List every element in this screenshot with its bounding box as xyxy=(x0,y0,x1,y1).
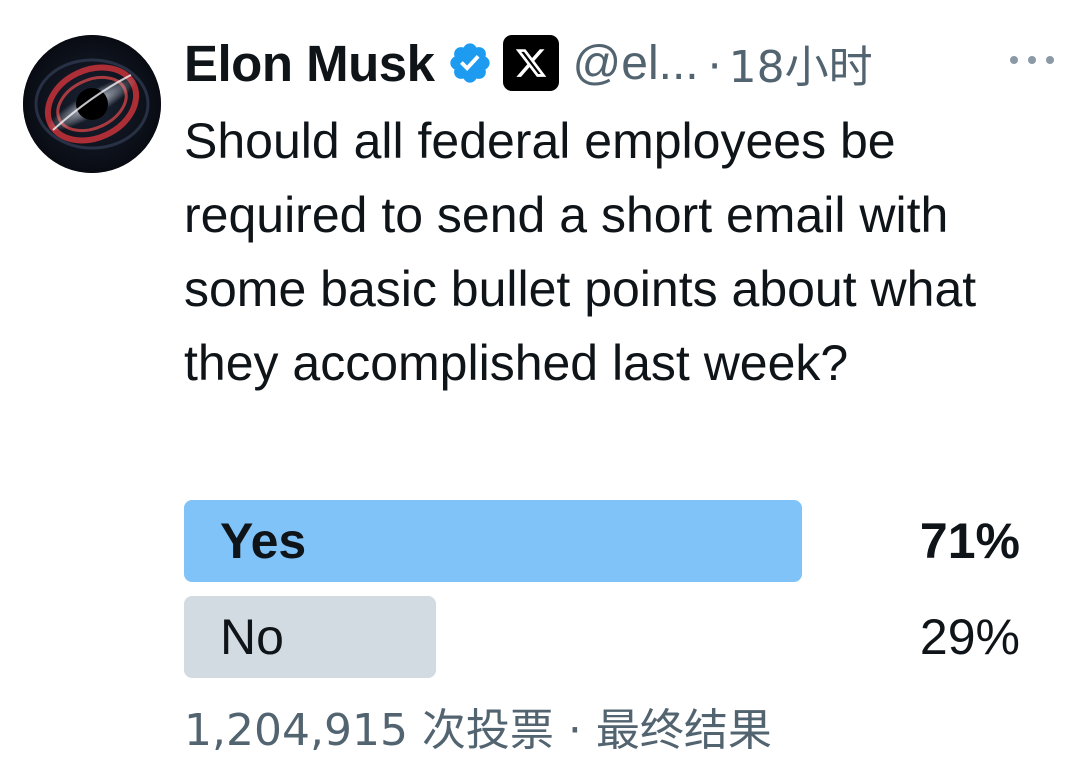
more-dot xyxy=(1010,56,1018,64)
more-horizontal-icon[interactable] xyxy=(1010,52,1054,68)
tweet[interactable]: Elon Musk @el... · 18小时 Should all feder… xyxy=(0,0,1080,779)
verified-badge-icon[interactable] xyxy=(447,40,493,86)
author-handle[interactable]: @el... xyxy=(573,36,699,91)
author-name[interactable]: Elon Musk xyxy=(184,34,435,93)
poll-option-percent: 71% xyxy=(919,513,1020,569)
tweet-text: Should all federal employees be required… xyxy=(184,113,977,391)
poll-footer-separator: · xyxy=(567,705,582,756)
more-dot xyxy=(1046,56,1054,64)
tweet-header: Elon Musk @el... · 18小时 xyxy=(184,28,873,98)
poll-option-no[interactable]: No 29% xyxy=(184,596,1024,678)
poll-footer: 1,204,915 次投票 · 最终结果 xyxy=(184,700,772,762)
poll-status: 最终结果 xyxy=(595,705,772,756)
poll-option-percent: 29% xyxy=(919,609,1020,665)
poll-vote-count: 1,204,915 次投票 xyxy=(184,705,554,756)
poll-option-label: No xyxy=(220,609,284,665)
black-hole-avatar-image xyxy=(23,35,161,173)
header-separator: · xyxy=(706,36,723,90)
poll-option-yes[interactable]: Yes 71% xyxy=(184,500,1024,582)
tweet-timestamp[interactable]: 18小时 xyxy=(729,31,873,95)
poll-option-label: Yes xyxy=(220,513,307,569)
avatar[interactable] xyxy=(23,35,161,173)
x-affiliation-badge[interactable] xyxy=(502,35,559,91)
more-dot xyxy=(1028,56,1036,64)
x-logo-icon xyxy=(515,49,546,77)
